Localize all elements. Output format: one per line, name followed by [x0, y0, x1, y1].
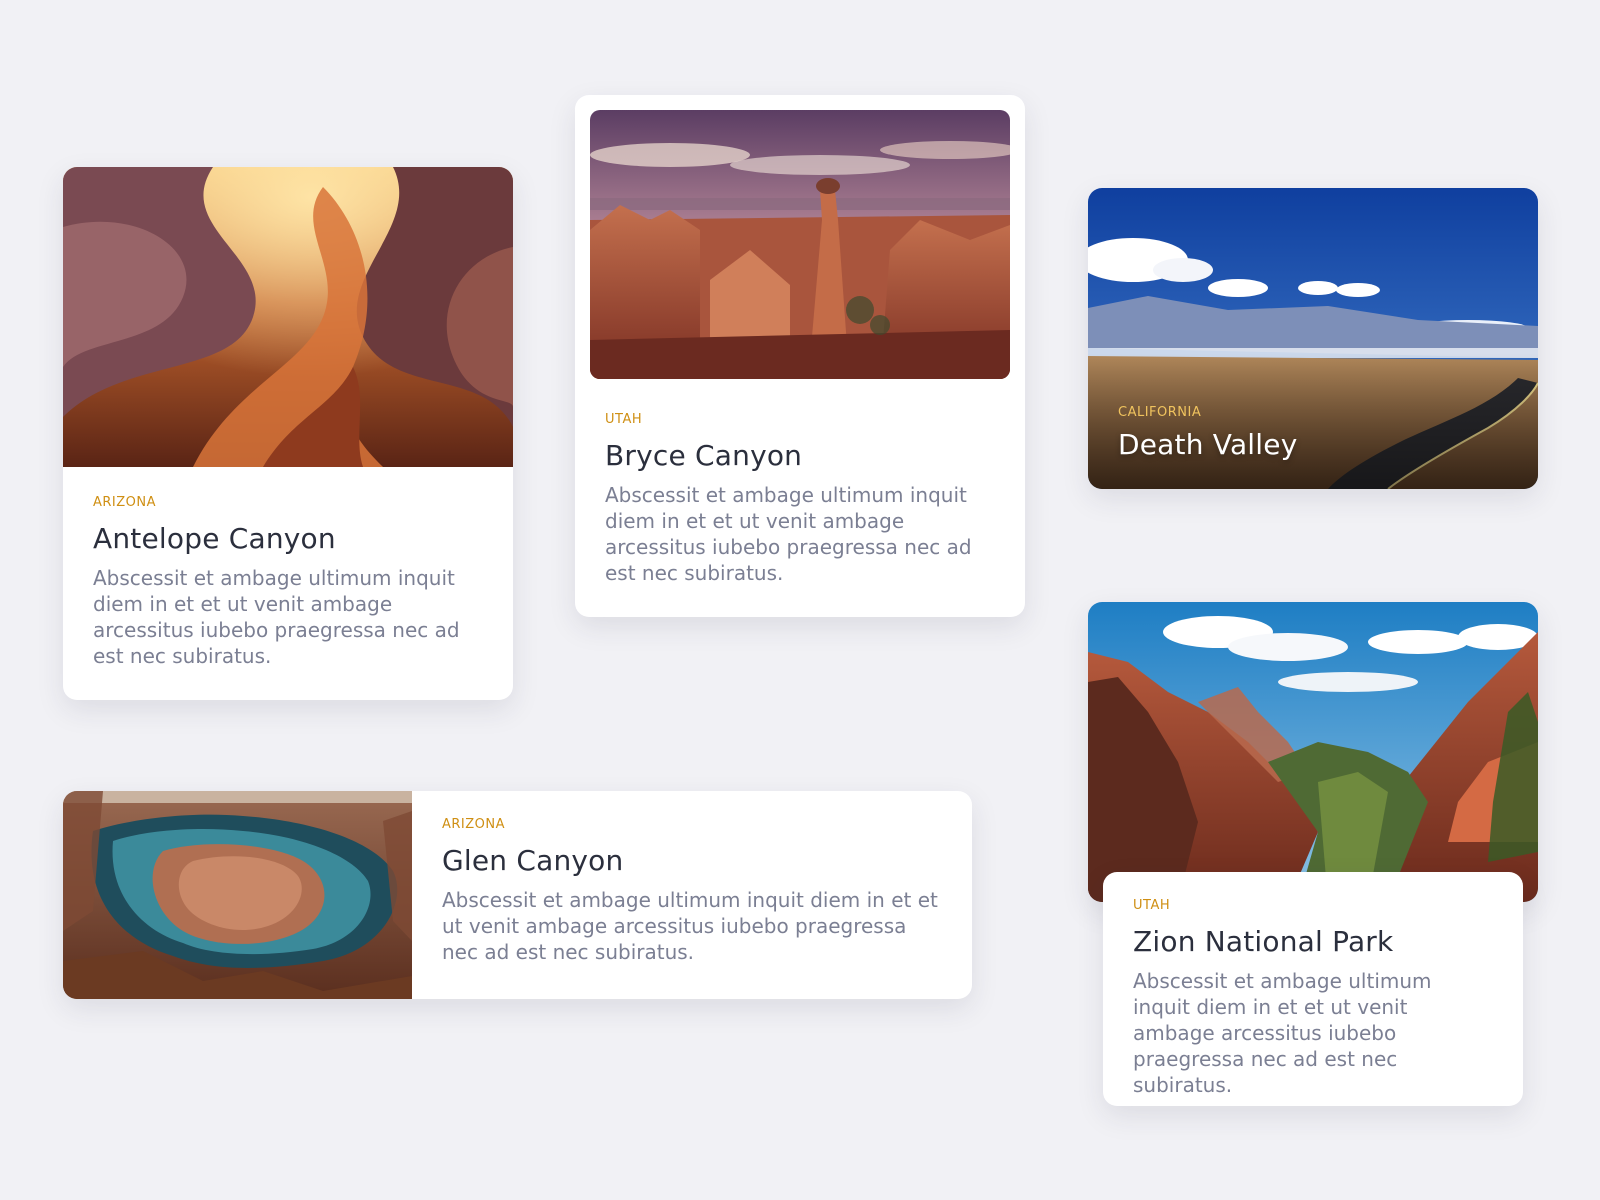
card-region: UTAH: [1133, 898, 1171, 913]
card-glen-canyon[interactable]: ARIZONA Glen Canyon Abscessit et ambage …: [63, 791, 972, 999]
card-region: ARIZONA: [442, 817, 506, 832]
card-zion-national-park[interactable]: UTAH Zion National Park Abscessit et amb…: [1103, 872, 1523, 1106]
antelope-canyon-photo: [63, 167, 513, 467]
card-title[interactable]: Death Valley: [1118, 428, 1297, 461]
zion-national-park-photo: [1088, 602, 1538, 902]
card-region: UTAH: [605, 412, 643, 427]
card-antelope-canyon[interactable]: ARIZONA Antelope Canyon Abscessit et amb…: [63, 167, 513, 700]
card-description: Abscessit et ambage ultimum inquit diem …: [605, 483, 972, 585]
card-title[interactable]: Zion National Park: [1133, 925, 1493, 958]
card-bryce-canyon[interactable]: UTAH Bryce Canyon Abscessit et ambage ul…: [575, 95, 1025, 617]
card-description: Abscessit et ambage ultimum inquit diem …: [1133, 969, 1432, 1097]
card-description: Abscessit et ambage ultimum inquit diem …: [442, 888, 938, 964]
card-region: CALIFORNIA: [1118, 405, 1202, 420]
glen-canyon-photo: [63, 791, 412, 999]
card-zion-national-park-photo[interactable]: [1088, 602, 1538, 902]
bryce-canyon-photo: [590, 110, 1010, 379]
card-death-valley[interactable]: CALIFORNIA Death Valley: [1088, 188, 1538, 489]
card-title[interactable]: Glen Canyon: [442, 844, 942, 877]
card-description: Abscessit et ambage ultimum inquit diem …: [93, 566, 460, 668]
card-title[interactable]: Antelope Canyon: [93, 522, 483, 555]
card-title[interactable]: Bryce Canyon: [605, 439, 995, 472]
card-region: ARIZONA: [93, 495, 157, 510]
